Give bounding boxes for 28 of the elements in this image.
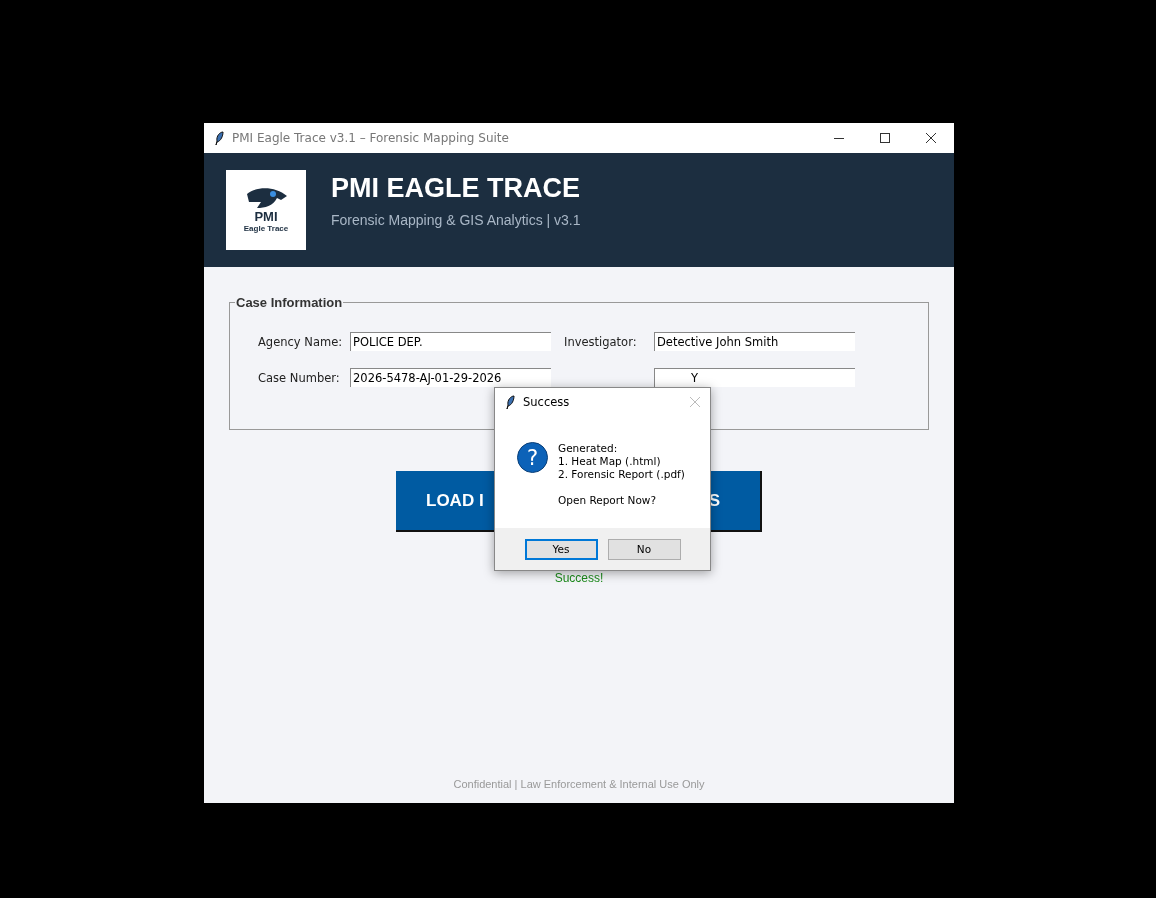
field-label: Agency Name:	[258, 334, 344, 349]
input-field[interactable]: POLICE DEP.	[350, 332, 551, 351]
status-message: Success!	[554, 571, 604, 585]
dialog-message-line: Generated:	[558, 442, 619, 455]
logo-initials: PMI	[254, 210, 278, 225]
field-label: Case Number:	[258, 370, 341, 385]
feather-icon	[214, 130, 224, 146]
app-subtitle: Forensic Mapping & GIS Analytics | v3.1	[331, 211, 581, 228]
dialog-title: Success	[523, 395, 570, 409]
input-field[interactable]: Detective John Smith	[654, 332, 855, 351]
app-title: PMI EAGLE TRACE	[331, 172, 581, 204]
dialog-button[interactable]: No	[607, 538, 681, 560]
question-icon: ?	[517, 442, 548, 473]
group-legend: Case Information	[235, 295, 344, 310]
close-icon[interactable]	[690, 397, 700, 407]
footer-notice: Confidential | Law Enforcement & Internal Use Only	[453, 778, 705, 790]
field-label: Investigator:	[564, 334, 638, 349]
feather-icon	[505, 394, 515, 410]
dialog-button[interactable]: Yes	[524, 538, 598, 560]
dialog-prompt: Open Report Now?	[558, 494, 657, 507]
dialog-message-line: 1. Heat Map (.html)	[558, 455, 662, 468]
maximize-icon	[880, 133, 890, 143]
input-field[interactable]: Y	[654, 368, 855, 387]
close-icon	[926, 133, 936, 143]
input-field[interactable]: 2026-5478-AJ-01-29-2026	[350, 368, 551, 387]
dialog-message-line: 2. Forensic Report (.pdf)	[558, 468, 685, 481]
window-title: PMI Eagle Trace v3.1 – Forensic Mapping Suite	[232, 131, 509, 145]
logo-name: Eagle Trace	[243, 224, 289, 234]
